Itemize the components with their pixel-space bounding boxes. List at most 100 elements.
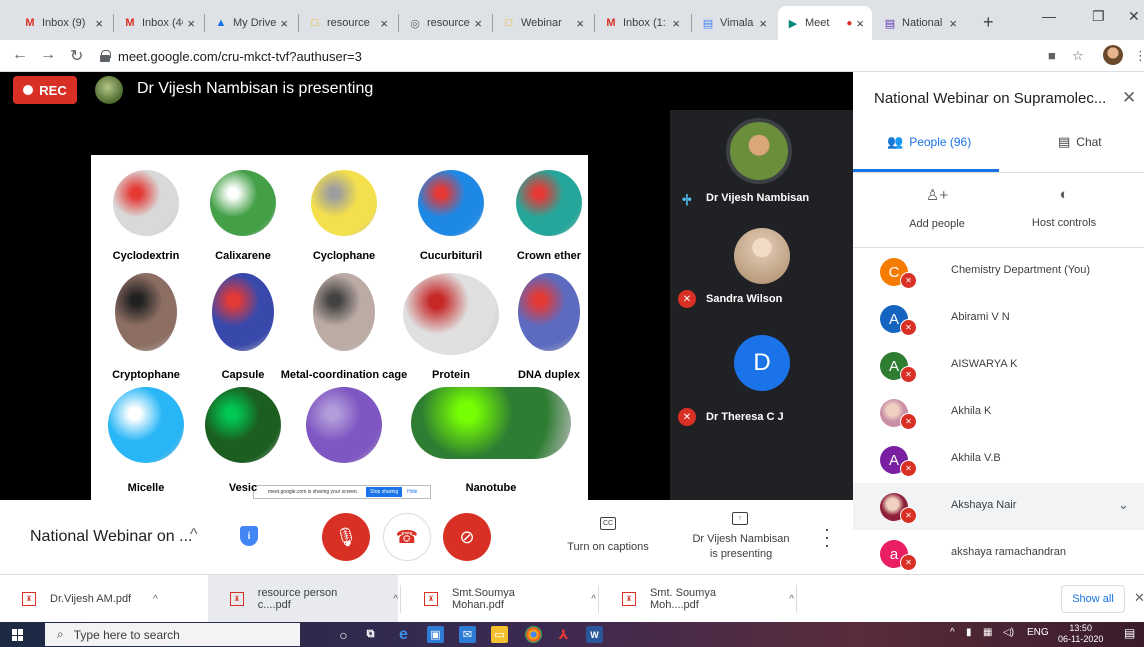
url-field[interactable]: meet.google.com/cru-mkct-tvf?authuser=3 <box>100 44 1000 68</box>
participant-row[interactable]: A ✕ AISWARYA K <box>853 342 1144 389</box>
presenting-status-line2[interactable]: is presenting <box>686 548 796 560</box>
stop-sharing-button[interactable]: Stop sharing <box>366 487 403 497</box>
participant-row[interactable]: ✕ Akshaya Nair ⌄ <box>853 483 1144 530</box>
tab-close-icon[interactable]: × <box>672 16 680 31</box>
chevron-up-icon[interactable]: ^ <box>153 594 158 605</box>
shared-screen-slide: meet.google.com is sharing your screen. … <box>91 155 588 500</box>
windows-start-icon[interactable] <box>12 629 24 641</box>
tab-close-icon[interactable]: × <box>856 16 864 31</box>
browser-menu-icon[interactable]: ⋮ <box>1134 48 1144 64</box>
store-icon[interactable]: ▣ <box>427 626 444 643</box>
tab-divider <box>853 172 1144 173</box>
participant-tile[interactable]: ✕ Sandra Wilson <box>670 220 853 320</box>
chrome-icon[interactable] <box>525 626 542 643</box>
browser-tab[interactable]: M Inbox (1: × <box>596 6 688 40</box>
system-clock[interactable]: 13:50 06-11-2020 <box>1058 623 1103 645</box>
tab-close-icon[interactable]: × <box>759 16 767 31</box>
forward-icon[interactable]: → <box>40 46 56 64</box>
participant-tile[interactable]: D ✕ Dr Theresa C J <box>670 330 853 430</box>
tab-close-icon[interactable]: × <box>576 16 584 31</box>
bookmark-star-icon[interactable]: ☆ <box>1072 48 1084 64</box>
tab-close-icon[interactable]: × <box>380 16 388 31</box>
participant-row[interactable]: A ✕ Abirami V N <box>853 295 1144 342</box>
camera-in-use-icon[interactable]: ■ <box>1048 48 1056 63</box>
restore-icon[interactable]: ❐ <box>1092 8 1105 25</box>
more-options-icon[interactable]: · · · <box>824 520 830 554</box>
tab-close-icon[interactable]: × <box>280 16 288 31</box>
participant-row[interactable]: a ✕ akshaya ramachandran <box>853 530 1144 577</box>
chevron-down-icon[interactable]: ⌄ <box>1118 497 1129 513</box>
browser-tab[interactable]: M Inbox (4C × <box>115 6 203 40</box>
edge-icon[interactable]: e <box>395 626 412 643</box>
presenting-status-line1[interactable]: Dr Vijesh Nambisan <box>686 533 796 545</box>
tray-expand-icon[interactable]: ^ <box>950 627 955 638</box>
leave-call-button[interactable]: ☎ <box>383 513 431 561</box>
browser-tab[interactable]: □ resource × <box>300 6 396 40</box>
back-icon[interactable]: ← <box>12 46 28 64</box>
participant-row[interactable]: C ✕ Chemistry Department (You) <box>853 248 1144 295</box>
download-item[interactable]: ⊼ Dr.Vijesh AM.pdf ^ <box>0 575 206 623</box>
word-icon[interactable]: W <box>586 626 603 643</box>
tray-app-icon[interactable]: ▮ <box>966 627 972 638</box>
cortana-icon[interactable]: ○ <box>335 626 352 643</box>
host-controls-button[interactable]: ◐ Host controls <box>1014 186 1114 229</box>
close-downloads-icon[interactable]: ✕ <box>1134 590 1144 606</box>
chevron-up-icon[interactable]: ^ <box>190 526 198 544</box>
task-view-icon[interactable]: ⧉ <box>362 626 379 643</box>
present-screen-icon[interactable]: ↑ <box>732 512 748 525</box>
new-tab-button[interactable]: + <box>983 12 994 33</box>
browser-tab[interactable]: ▲ My Drive × <box>206 6 296 40</box>
minimize-icon[interactable]: — <box>1042 8 1056 24</box>
taskbar-search-box[interactable]: ⌕ Type here to search <box>45 623 300 646</box>
browser-tab[interactable]: □ Webinar × <box>494 6 592 40</box>
chevron-up-icon[interactable]: ^ <box>393 594 398 605</box>
participant-row[interactable]: A ✕ Akhila V.B <box>853 436 1144 483</box>
download-separator <box>598 585 599 613</box>
participant-tile[interactable]: •|• Dr Vijesh Nambisan <box>670 110 853 210</box>
url-text: meet.google.com/cru-mkct-tvf?authuser=3 <box>118 48 362 64</box>
microphone-off-button[interactable]: 🎙 <box>322 513 370 561</box>
captions-button-label[interactable]: Turn on captions <box>563 541 653 553</box>
add-people-button[interactable]: ♙+ Add people <box>887 186 987 230</box>
tab-close-icon[interactable]: × <box>474 16 482 31</box>
gmail-icon: M <box>125 17 135 29</box>
captions-icon[interactable]: CC <box>600 517 616 530</box>
network-icon[interactable]: ▦ <box>983 627 992 638</box>
browser-tab[interactable]: ▶ Meet ● × <box>778 6 872 40</box>
download-item[interactable]: ⊼ Smt. Soumya Moh....pdf ^ <box>600 575 794 623</box>
participant-row[interactable]: ✕ Akhila K <box>853 389 1144 436</box>
participant-avatar: D <box>734 335 790 391</box>
tab-title: My Drive <box>233 17 277 29</box>
browser-tab[interactable]: ▤ National × <box>875 6 965 40</box>
hide-notice-button[interactable]: Hide <box>407 489 417 495</box>
profile-avatar[interactable] <box>1103 45 1123 65</box>
tab-close-icon[interactable]: × <box>95 16 103 31</box>
close-icon[interactable]: ✕ <box>1122 88 1136 108</box>
browser-tab[interactable]: ▤ Vimala C × <box>693 6 775 40</box>
tab-close-icon[interactable]: × <box>949 16 957 31</box>
window-close-icon[interactable]: ✕ <box>1128 8 1140 25</box>
tab-separator <box>113 14 114 32</box>
language-indicator[interactable]: ENG <box>1027 627 1049 638</box>
reload-icon[interactable]: ↻ <box>70 46 83 66</box>
browser-tab[interactable]: M Inbox (9) × <box>15 6 111 40</box>
tab-chat[interactable]: ▤ Chat <box>1058 134 1102 150</box>
file-explorer-icon[interactable]: ▭ <box>491 626 508 643</box>
browser-tab[interactable]: ◎ resource × <box>400 6 490 40</box>
acrobat-icon[interactable]: ⅄ <box>555 626 572 643</box>
show-all-downloads-button[interactable]: Show all <box>1061 585 1125 613</box>
notifications-icon[interactable]: ▤ <box>1124 626 1135 640</box>
recording-tab-icon: ● <box>846 17 853 29</box>
chevron-up-icon[interactable]: ^ <box>789 594 794 605</box>
tab-close-icon[interactable]: × <box>187 16 195 31</box>
tab-people[interactable]: 👥 People (96) <box>887 134 971 150</box>
meeting-title[interactable]: National Webinar on ... <box>30 528 192 546</box>
download-item[interactable]: ⊼ Smt.Soumya Mohan.pdf ^ <box>402 575 596 623</box>
mail-icon[interactable]: ✉ <box>459 626 476 643</box>
lock-icon <box>100 50 111 62</box>
security-shield-icon[interactable]: i <box>240 526 258 546</box>
volume-icon[interactable]: ◁) <box>1003 627 1014 638</box>
camera-off-button[interactable]: ⊘ <box>443 513 491 561</box>
download-item[interactable]: ⊼ resource person c....pdf ^ <box>208 575 398 623</box>
chevron-up-icon[interactable]: ^ <box>591 594 596 605</box>
